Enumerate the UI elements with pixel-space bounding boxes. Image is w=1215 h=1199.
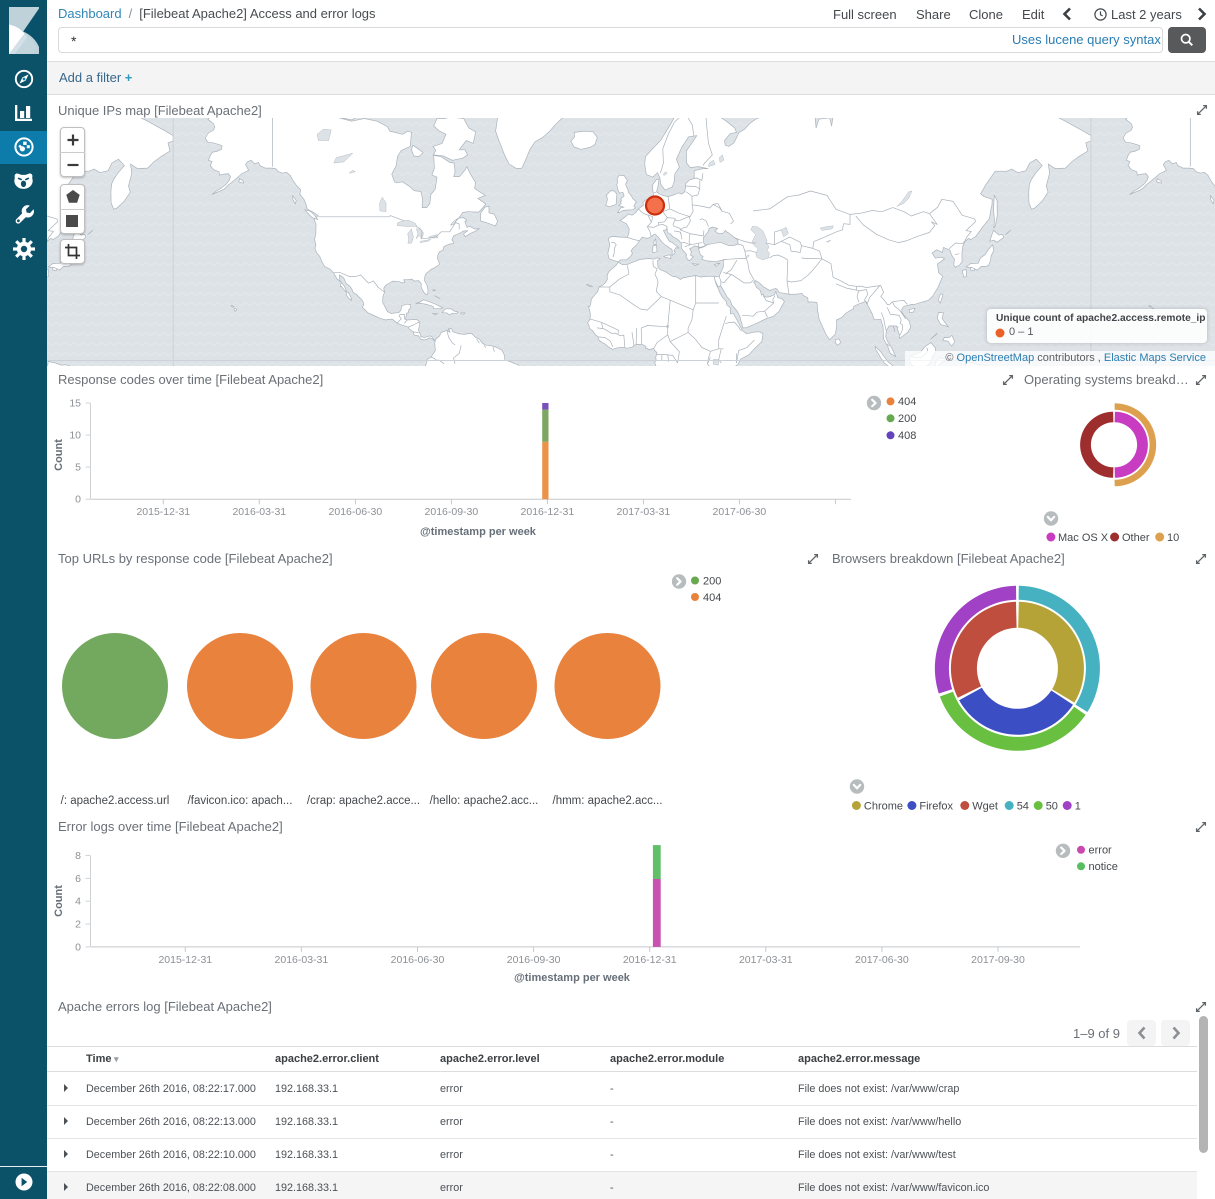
svg-text:4: 4 [75,896,81,908]
svg-text:2016-03-31: 2016-03-31 [232,506,286,518]
svg-text:@timestamp per week: @timestamp per week [420,526,537,538]
svg-text:2016-06-30: 2016-06-30 [391,954,445,966]
svg-text:2016-06-30: 2016-06-30 [329,506,383,518]
svg-text:5: 5 [75,462,81,474]
svg-text:408: 408 [898,430,916,442]
svg-text:2017-03-31: 2017-03-31 [617,506,671,518]
svg-text:2017-03-31: 2017-03-31 [739,954,793,966]
svg-text:2015-12-31: 2015-12-31 [136,506,190,518]
svg-text:Count: Count [53,439,65,471]
svg-text:10: 10 [1167,532,1179,544]
svg-text:2017-06-30: 2017-06-30 [855,954,909,966]
svg-text:notice: notice [1089,861,1118,873]
svg-text:2017-09-30: 2017-09-30 [971,954,1025,966]
svg-text:10: 10 [69,430,81,442]
svg-text:2016-03-31: 2016-03-31 [275,954,329,966]
svg-text:15: 15 [69,398,81,410]
svg-text:8: 8 [75,850,81,862]
svg-text:Other: Other [1122,532,1150,544]
svg-text:54: 54 [1017,801,1029,813]
svg-text:2016-09-30: 2016-09-30 [425,506,479,518]
svg-text:Chrome: Chrome [864,801,903,813]
svg-text:1: 1 [1075,801,1081,813]
svg-text:Firefox: Firefox [919,801,953,813]
svg-text:Count: Count [53,885,65,917]
svg-text:2016-09-30: 2016-09-30 [507,954,561,966]
svg-text:6: 6 [75,873,81,885]
svg-text:error: error [1089,845,1113,857]
svg-text:50: 50 [1046,801,1058,813]
svg-text:2016-12-31: 2016-12-31 [623,954,677,966]
svg-text:2017-06-30: 2017-06-30 [713,506,767,518]
svg-text:0: 0 [75,941,81,953]
svg-text:0: 0 [75,494,81,506]
svg-text:2016-12-31: 2016-12-31 [521,506,575,518]
svg-text:2: 2 [75,919,81,931]
svg-text:Wget: Wget [972,801,998,813]
svg-text:200: 200 [898,413,916,425]
svg-text:2015-12-31: 2015-12-31 [158,954,212,966]
svg-text:404: 404 [898,396,916,408]
svg-text:Mac OS X: Mac OS X [1058,532,1109,544]
svg-text:@timestamp per week: @timestamp per week [514,972,631,984]
